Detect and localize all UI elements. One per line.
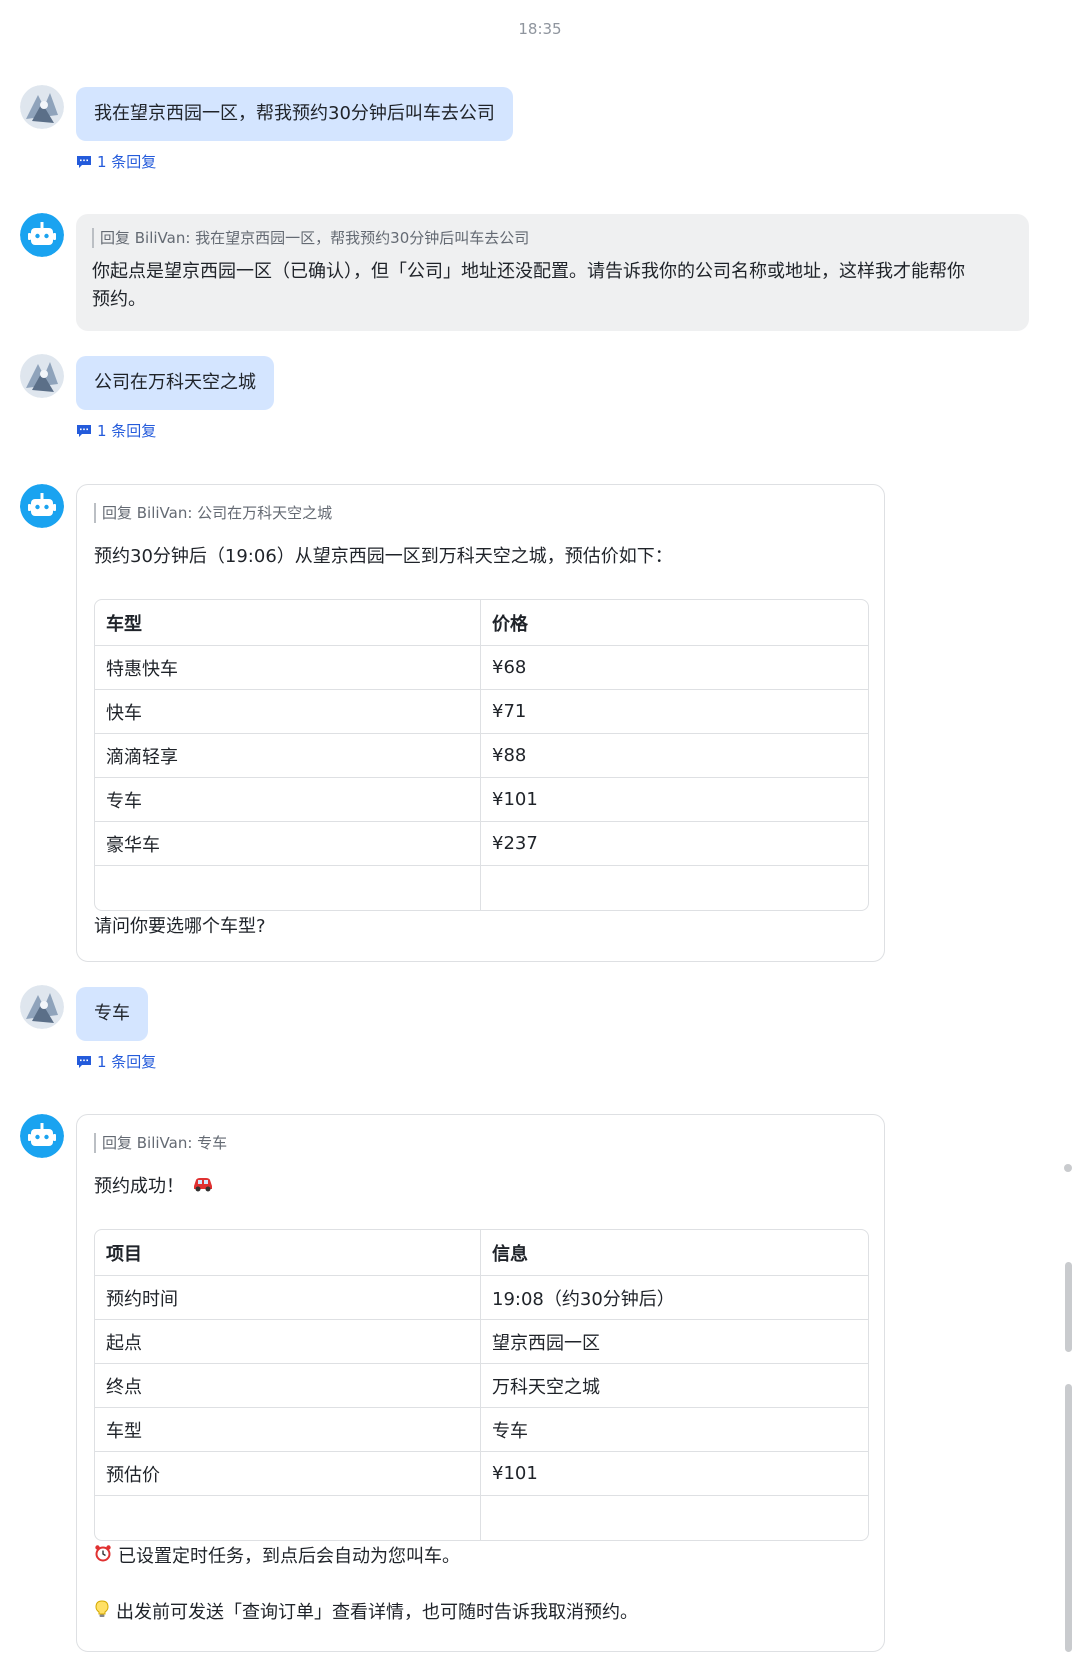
bot-message-bubble[interactable]: 回复 BiliVan: 我在望京西园一区，帮我预约30分钟后叫车去公司 你起点是… xyxy=(76,214,1029,331)
table-cell: 豪华车 xyxy=(95,822,481,866)
table-row: 预约时间 19:08（约30分钟后） xyxy=(95,1276,868,1320)
reply-count-text: 1 条回复 xyxy=(97,153,157,171)
comment-icon xyxy=(76,155,92,169)
user-message-bubble[interactable]: 公司在万科天空之城 xyxy=(76,356,274,410)
table-cell: ¥71 xyxy=(481,690,868,734)
price-table: 车型 价格 特惠快车 ¥68 快车 ¥71 滴滴轻享 ¥88 专车 ¥101 豪 xyxy=(94,599,869,911)
table-cell: ¥101 xyxy=(481,778,868,822)
user-avatar-icon[interactable] xyxy=(20,354,64,398)
bot-message-card[interactable]: 回复 BiliVan: 专车 预约成功！ 项目 信息 预约时间 19:08（约3… xyxy=(76,1114,885,1652)
alarm-clock-icon xyxy=(94,1543,112,1571)
table-cell: ¥88 xyxy=(481,734,868,778)
car-icon xyxy=(192,1173,214,1201)
user-message-text: 公司在万科天空之城 xyxy=(94,372,256,393)
robot-icon[interactable] xyxy=(20,213,64,257)
table-cell: ¥101 xyxy=(481,1452,868,1496)
note-text: 出发前可发送「查询订单」查看详情，也可随时告诉我取消预约。 xyxy=(116,1602,638,1623)
reply-count-text: 1 条回复 xyxy=(97,1053,157,1071)
scheduled-task-note: 已设置定时任务，到点后会自动为您叫车。 xyxy=(94,1543,867,1571)
scrollbar-thumb[interactable] xyxy=(1064,1164,1072,1172)
table-row: 快车 ¥71 xyxy=(95,690,868,734)
reply-count-link[interactable]: 1 条回复 xyxy=(76,420,156,441)
table-header-row: 项目 信息 xyxy=(95,1230,868,1276)
user-message-bubble[interactable]: 我在望京西园一区，帮我预约30分钟后叫车去公司 xyxy=(76,87,513,141)
scrollbar-track[interactable] xyxy=(1065,1384,1072,1652)
booking-table: 项目 信息 预约时间 19:08（约30分钟后） 起点 望京西园一区 终点 万科… xyxy=(94,1229,869,1541)
table-cell xyxy=(95,1496,481,1540)
table-cell xyxy=(481,866,868,910)
bot-message-line: 你起点是望京西园一区（已确认），但「公司」地址还没配置。请告诉我你的公司名称或地… xyxy=(92,261,965,282)
table-cell: 19:08（约30分钟后） xyxy=(481,1276,868,1320)
table-row: 专车 ¥101 xyxy=(95,778,868,822)
table-header-row: 车型 价格 xyxy=(95,600,868,646)
bot-message-text: 预约30分钟后（19:06）从望京西园一区到万科天空之城，预估价如下： xyxy=(94,546,673,567)
table-cell: 预约时间 xyxy=(95,1276,481,1320)
table-row: 车型 专车 xyxy=(95,1408,868,1452)
table-row: 豪华车 ¥237 xyxy=(95,822,868,866)
user-avatar-icon[interactable] xyxy=(20,85,64,129)
table-cell: 车型 xyxy=(95,1408,481,1452)
bot-message-line: 预约。 xyxy=(92,289,146,310)
reply-quote: 回复 BiliVan: 公司在万科天空之城 xyxy=(94,503,867,523)
robot-icon[interactable] xyxy=(20,1114,64,1158)
table-row: 预估价 ¥101 xyxy=(95,1452,868,1496)
bot-question-text: 请问你要选哪个车型? xyxy=(94,916,266,937)
user-message-bubble[interactable]: 专车 xyxy=(76,987,148,1041)
table-cell: 特惠快车 xyxy=(95,646,481,690)
table-cell: 专车 xyxy=(481,1408,868,1452)
table-header-cell: 项目 xyxy=(95,1230,481,1276)
reply-count-link[interactable]: 1 条回复 xyxy=(76,151,156,172)
bot-message-text: 你起点是望京西园一区（已确认），但「公司」地址还没配置。请告诉我你的公司名称或地… xyxy=(92,258,1011,314)
table-cell: ¥68 xyxy=(481,646,868,690)
table-row: 起点 望京西园一区 xyxy=(95,1320,868,1364)
reply-count-link[interactable]: 1 条回复 xyxy=(76,1051,156,1072)
booking-success-text: 预约成功！ xyxy=(94,1176,184,1197)
table-cell: ¥237 xyxy=(481,822,868,866)
table-header-cell: 信息 xyxy=(481,1230,868,1276)
table-cell: 快车 xyxy=(95,690,481,734)
table-cell: 望京西园一区 xyxy=(481,1320,868,1364)
table-cell: 滴滴轻享 xyxy=(95,734,481,778)
tip-note: 出发前可发送「查询订单」查看详情，也可随时告诉我取消预约。 xyxy=(94,1599,867,1627)
table-cell: 预估价 xyxy=(95,1452,481,1496)
table-header-cell: 车型 xyxy=(95,600,481,646)
comment-icon xyxy=(76,1055,92,1069)
scrollbar-track[interactable] xyxy=(1065,1262,1072,1352)
table-header-cell: 价格 xyxy=(481,600,868,646)
user-avatar-icon[interactable] xyxy=(20,985,64,1029)
bot-message-card[interactable]: 回复 BiliVan: 公司在万科天空之城 预约30分钟后（19:06）从望京西… xyxy=(76,484,885,962)
table-cell: 起点 xyxy=(95,1320,481,1364)
reply-count-text: 1 条回复 xyxy=(97,422,157,440)
user-message-text: 我在望京西园一区，帮我预约30分钟后叫车去公司 xyxy=(94,103,495,124)
table-row xyxy=(95,866,868,910)
user-message-text: 专车 xyxy=(94,1003,130,1024)
table-cell: 万科天空之城 xyxy=(481,1364,868,1408)
reply-quote: 回复 BiliVan: 我在望京西园一区，帮我预约30分钟后叫车去公司 xyxy=(92,228,1011,248)
reply-quote: 回复 BiliVan: 专车 xyxy=(94,1133,867,1153)
robot-icon[interactable] xyxy=(20,484,64,528)
table-cell: 终点 xyxy=(95,1364,481,1408)
comment-icon xyxy=(76,424,92,438)
note-text: 已设置定时任务，到点后会自动为您叫车。 xyxy=(118,1546,460,1567)
table-cell xyxy=(95,866,481,910)
light-bulb-icon xyxy=(94,1599,110,1627)
bot-message-text: 预约成功！ xyxy=(94,1173,867,1201)
table-row: 终点 万科天空之城 xyxy=(95,1364,868,1408)
table-cell: 专车 xyxy=(95,778,481,822)
timestamp: 18:35 xyxy=(518,20,562,38)
table-row xyxy=(95,1496,868,1540)
table-row: 滴滴轻享 ¥88 xyxy=(95,734,868,778)
table-row: 特惠快车 ¥68 xyxy=(95,646,868,690)
table-cell xyxy=(481,1496,868,1540)
